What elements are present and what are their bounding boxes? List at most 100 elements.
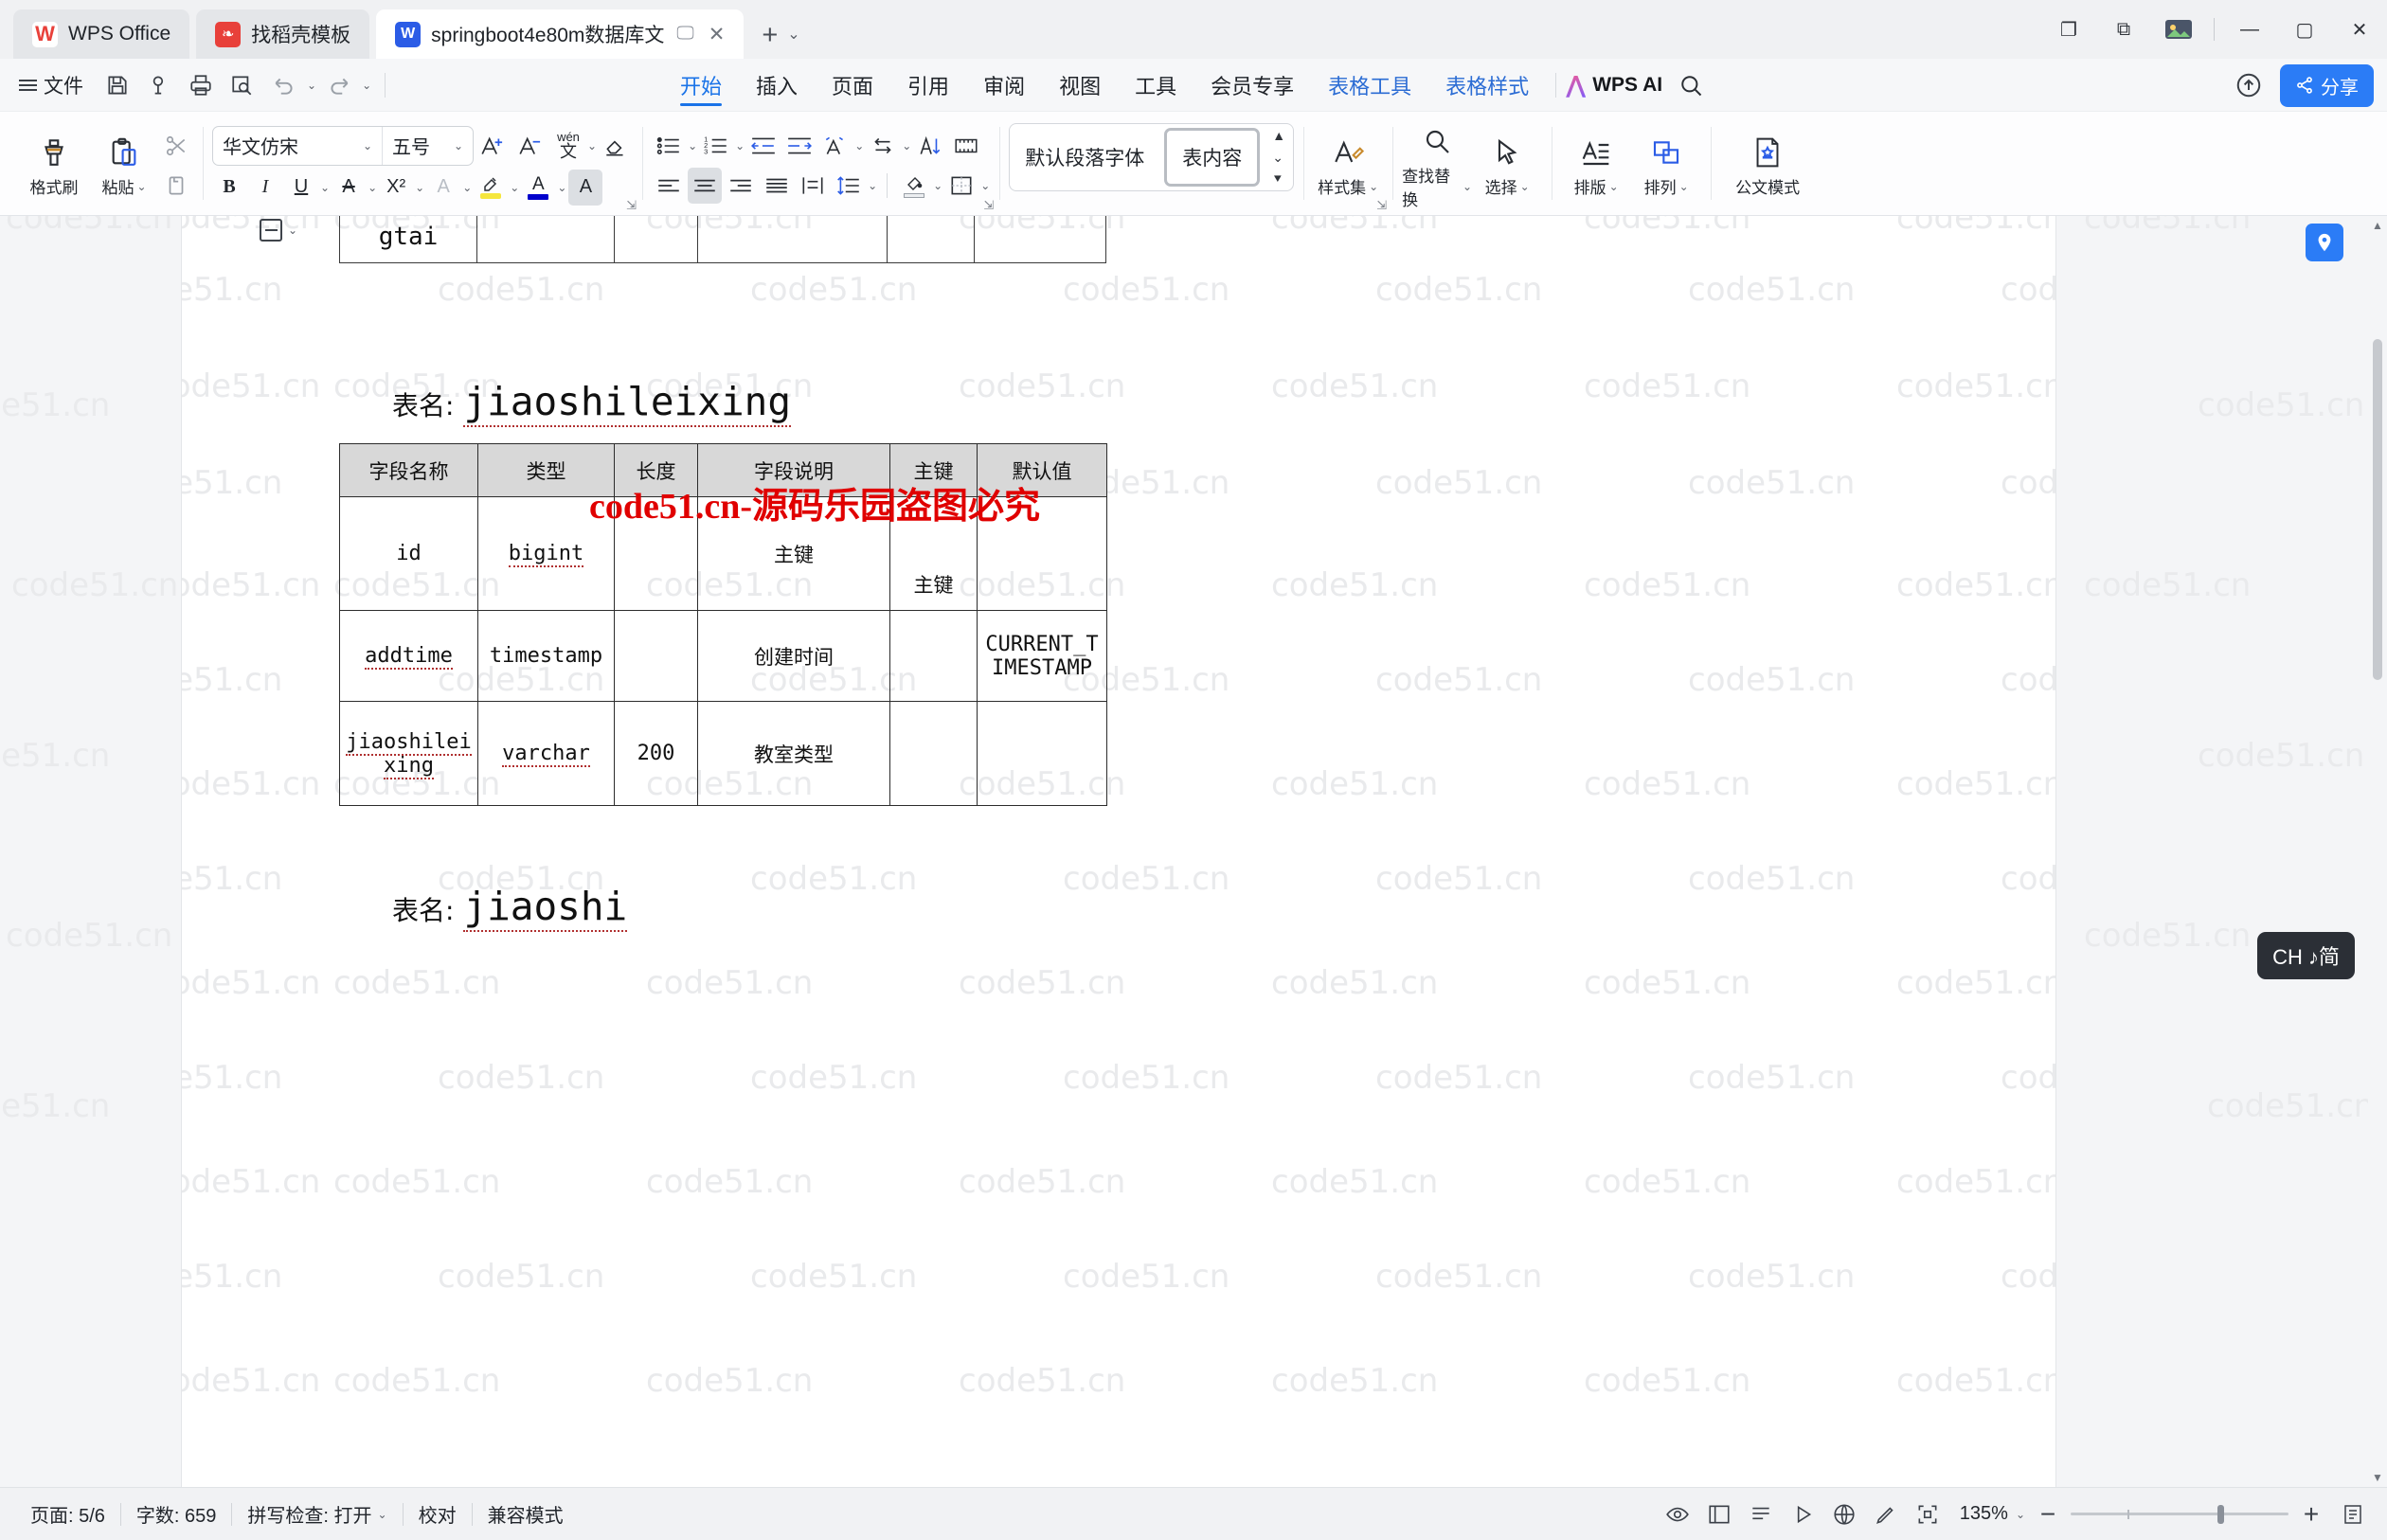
pinyin-guide-icon[interactable]: wén 文 [551, 128, 585, 164]
chevron-down-icon[interactable]: ⌄ [510, 181, 519, 194]
cell-default-value[interactable]: CURRENT_TIMESTAMP [977, 610, 1107, 702]
scroll-down-icon[interactable]: ⌄ [1272, 151, 1285, 164]
chevron-down-icon[interactable]: ⌄ [415, 181, 424, 194]
previous-table-tail[interactable]: gtai [339, 216, 1106, 263]
scroll-up-icon[interactable]: ▲ [2368, 216, 2387, 235]
style-scroll-buttons[interactable]: ▲ ⌄ ⯆ [1265, 127, 1293, 188]
font-dialog-launcher[interactable]: ⇲ [626, 198, 637, 213]
highlight-button[interactable] [474, 170, 508, 206]
chevron-down-icon[interactable]: ⌄ [454, 139, 463, 152]
distribute-icon[interactable] [796, 168, 830, 204]
chevron-down-icon[interactable]: ⌄ [462, 181, 472, 194]
font-size-select[interactable]: 五号 ⌄ [382, 126, 473, 165]
cell-length[interactable]: 200 [614, 701, 698, 806]
vertical-scrollbar[interactable]: ▲ ▼ [2368, 216, 2387, 1487]
chevron-down-icon[interactable]: ⌄ [368, 181, 377, 194]
compat-mode-label[interactable]: 兼容模式 [473, 1500, 579, 1528]
font-color-button[interactable]: A [521, 170, 555, 206]
increase-indent-icon[interactable] [782, 128, 817, 164]
share-button[interactable]: 分享 [2280, 63, 2374, 107]
text-direction-icon[interactable] [866, 128, 900, 164]
chevron-down-icon[interactable]: ⌄ [980, 179, 990, 192]
word-count[interactable]: 字数: 659 [121, 1500, 231, 1528]
text-effect-button[interactable]: A [426, 170, 460, 206]
proofread-button[interactable]: 校对 [404, 1500, 472, 1528]
shading-icon[interactable] [897, 168, 931, 204]
cell-description[interactable]: 创建时间 [697, 610, 890, 702]
style-more-icon[interactable]: ⯆ [1272, 172, 1285, 186]
cell-description[interactable]: 教室类型 [697, 701, 890, 806]
search-doc-icon[interactable] [140, 66, 178, 104]
cloud-upload-icon[interactable] [2231, 67, 2267, 103]
tab-table-styles[interactable]: 表格样式 [1428, 59, 1546, 112]
cell-type[interactable]: timestamp [477, 610, 615, 702]
chevron-down-icon[interactable]: ⌄ [587, 139, 597, 152]
account-avatar[interactable] [2151, 0, 2206, 59]
find-replace-button[interactable]: 查找替换 ⌄ [1402, 116, 1472, 215]
location-pin-icon[interactable] [2306, 224, 2343, 261]
gongwen-mode-button[interactable]: 公文模式 [1720, 116, 1815, 215]
maximize-button[interactable]: ▢ [2277, 0, 2332, 59]
style-table-content[interactable]: 表内容 [1164, 128, 1261, 187]
zoom-in-button[interactable]: + [2292, 1495, 2330, 1533]
print-preview-icon[interactable] [224, 66, 261, 104]
document-canvas[interactable]: code51.cn code51.cn code51.cn code51.cn … [0, 216, 2387, 1487]
tab-table-tools[interactable]: 表格工具 [1311, 59, 1428, 112]
chevron-down-icon[interactable]: ⌄ [933, 179, 942, 192]
wps-ai-button[interactable]: ⋀ WPS AI [1566, 71, 1662, 99]
ime-indicator[interactable]: CH ♪简 [2257, 932, 2355, 979]
scroll-down-icon[interactable]: ▼ [2368, 1468, 2387, 1487]
align-left-icon[interactable] [652, 168, 686, 204]
fullscreen-icon[interactable] [1909, 1495, 1947, 1533]
chevron-down-icon[interactable]: ⌄ [363, 139, 372, 152]
scissors-icon[interactable] [159, 128, 193, 164]
font-name-select[interactable]: 华文仿宋 ⌄ [213, 127, 382, 165]
tab-tools[interactable]: 工具 [1118, 59, 1194, 112]
chevron-down-icon[interactable]: ⌄ [1369, 180, 1378, 193]
paragraph-dialog-launcher[interactable]: ⇲ [983, 198, 994, 213]
close-icon[interactable]: ✕ [709, 23, 726, 46]
chevron-down-icon[interactable]: ⌄ [1679, 180, 1689, 193]
pen-icon[interactable] [1867, 1495, 1905, 1533]
strikethrough-button[interactable]: A [332, 170, 366, 206]
table-cell[interactable] [698, 216, 888, 262]
style-gallery-button[interactable]: 样式集 ⌄ [1313, 116, 1383, 215]
screen-cast-icon[interactable]: 🖵 [676, 24, 693, 45]
clear-format-icon[interactable] [599, 128, 633, 164]
chevron-down-icon[interactable]: ⌄ [288, 224, 297, 237]
file-menu-button[interactable]: 文件 [13, 65, 95, 105]
chevron-down-icon[interactable]: ⌄ [2016, 1508, 2025, 1521]
cell-length[interactable] [614, 610, 698, 702]
chevron-down-icon[interactable]: ⌄ [688, 139, 697, 152]
chevron-down-icon[interactable]: ⌄ [1520, 180, 1530, 193]
style-gallery[interactable]: 默认段落字体 表内容 ▲ ⌄ ⯆ [1009, 123, 1295, 191]
table-move-handle[interactable]: ⌄ [260, 219, 297, 242]
tab-daoke-template[interactable]: ❧ 找稻壳模板 [196, 9, 370, 59]
numbered-list-icon[interactable]: 123 [699, 128, 733, 164]
tab-insert[interactable]: 插入 [739, 59, 815, 112]
scroll-up-icon[interactable]: ▲ [1272, 129, 1285, 142]
document-page[interactable]: code51.cn code51.cn code51.cn code51.cn … [182, 216, 2055, 1487]
table-row[interactable]: addtime timestamp 创建时间 CURRENT_TIMESTAMP [339, 610, 1107, 702]
align-justify-icon[interactable] [760, 168, 794, 204]
cell-primary-key[interactable] [889, 701, 978, 806]
arrange-button[interactable]: 排列 ⌄ [1631, 116, 1701, 215]
search-icon[interactable] [1672, 66, 1710, 104]
chevron-down-icon[interactable]: ⌄ [557, 181, 566, 194]
read-layout-icon[interactable] [1700, 1495, 1738, 1533]
minimize-button[interactable]: — [2222, 0, 2277, 59]
chevron-down-icon[interactable]: ⌄ [854, 139, 864, 152]
italic-button[interactable]: I [248, 170, 282, 206]
table-cell[interactable] [888, 216, 975, 262]
chevron-down-icon[interactable]: ⌄ [1463, 180, 1472, 193]
tab-wps-office[interactable]: W WPS Office [13, 9, 190, 59]
chevron-down-icon[interactable]: ⌄ [307, 79, 316, 92]
cell-field-name[interactable]: jiaoshileixing [339, 701, 478, 806]
slider-knob[interactable] [2217, 1504, 2224, 1524]
chevron-down-icon[interactable]: ⌄ [735, 139, 745, 152]
heading-next-table-name[interactable]: 表名: jiaoshi [392, 884, 628, 932]
cell-type[interactable]: varchar [477, 701, 615, 806]
zoom-out-button[interactable]: − [2029, 1495, 2067, 1533]
sort-icon[interactable] [913, 128, 947, 164]
cell-field-name[interactable]: id [339, 496, 478, 611]
